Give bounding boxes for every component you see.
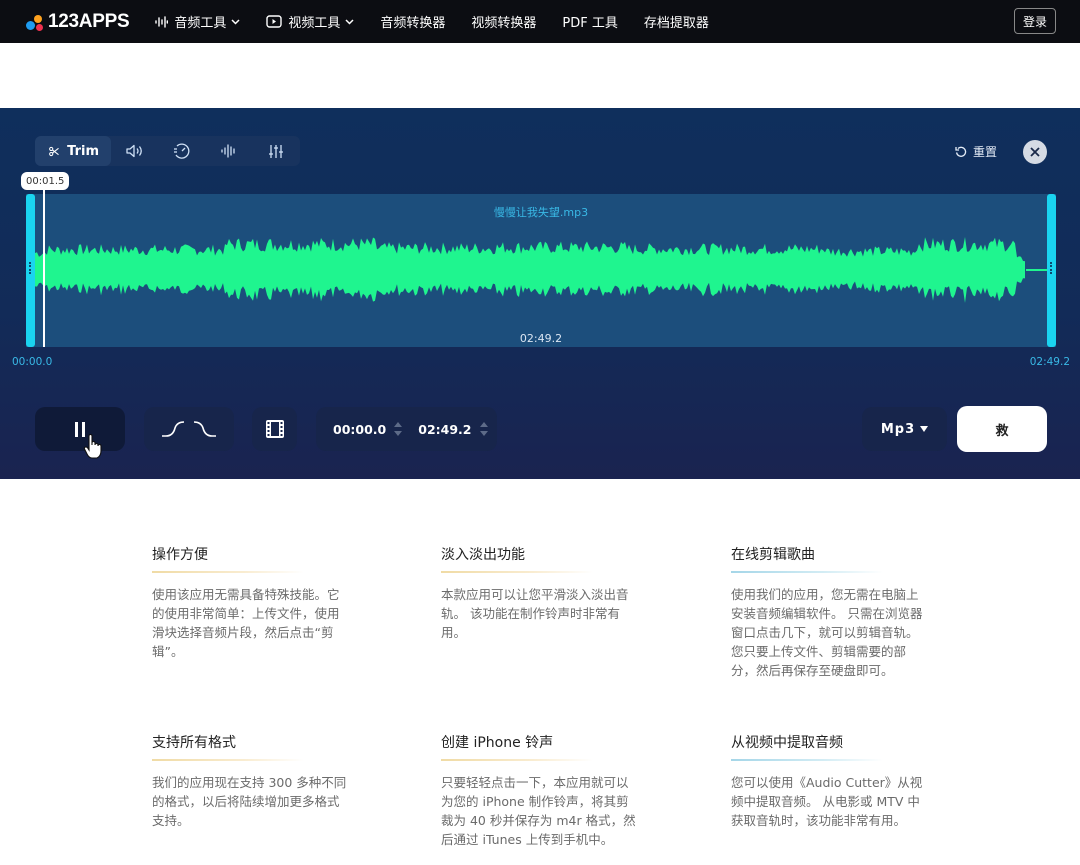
nav-video-tools-label: 视频工具 bbox=[288, 16, 341, 31]
selection-duration: 02:49.2 bbox=[519, 332, 563, 345]
playhead[interactable] bbox=[43, 190, 45, 347]
tab-mixer[interactable] bbox=[252, 136, 299, 166]
fade-in-icon bbox=[162, 421, 185, 437]
timeline-end-time: 02:49.2 bbox=[1029, 356, 1070, 368]
video-export-button[interactable] bbox=[252, 407, 297, 451]
fade-in-out-button[interactable] bbox=[144, 407, 234, 451]
undo-icon bbox=[955, 146, 967, 157]
close-icon bbox=[1030, 147, 1040, 157]
feature-all-formats: 支持所有格式 我们的应用现在支持 300 多种不同的格式，以后将陆续增加更多格式… bbox=[152, 734, 352, 830]
nav-pdf-tools[interactable]: PDF 工具 bbox=[562, 0, 617, 43]
caret-down-icon bbox=[920, 426, 929, 432]
tab-trim[interactable]: Trim bbox=[35, 136, 111, 166]
film-strip-icon bbox=[265, 420, 284, 438]
nav-audio-tools[interactable]: 音频工具 bbox=[155, 0, 240, 43]
time-range-inputs: 00:00.0 02:49.2 bbox=[316, 407, 497, 451]
logo[interactable]: 123APPS bbox=[24, 0, 130, 43]
feature-title: 操作方便 bbox=[152, 547, 208, 563]
mixer-sliders-icon bbox=[268, 144, 283, 158]
feature-divider bbox=[152, 759, 304, 761]
feature-text: 只要轻轻点击一下，本应用就可以为您的 iPhone 制作铃声，将其剪裁为 40 … bbox=[441, 775, 636, 847]
waveform-shape bbox=[35, 237, 1025, 303]
feature-title: 支持所有格式 bbox=[152, 735, 236, 751]
tab-equalizer-wave[interactable] bbox=[205, 136, 252, 166]
hand-cursor-icon bbox=[83, 434, 102, 459]
editor-toolbar: Trim bbox=[35, 136, 300, 166]
range-end-stepper[interactable] bbox=[479, 422, 488, 436]
tab-trim-label: Trim bbox=[67, 143, 99, 159]
feature-fade: 淡入淡出功能 本款应用可以让您平滑淡入淡出音轨。 该功能在制作铃声时非常有用。 bbox=[441, 546, 641, 642]
range-start-input[interactable]: 00:00.0 bbox=[333, 422, 386, 437]
audio-editor-panel: Trim 重置 慢慢让我失望.mp3 02:49.2 00:01.5 00:00… bbox=[0, 108, 1080, 479]
reset-label: 重置 bbox=[973, 145, 998, 159]
feature-text: 使用该应用无需具备特殊技能。它的使用非常简单：上传文件，使用滑块选择音频片段，然… bbox=[152, 587, 340, 659]
feature-divider bbox=[441, 571, 593, 573]
feature-text: 使用我们的应用，您无需在电脑上安装音频编辑软件。 只需在浏览器窗口点击几下，就可… bbox=[731, 587, 923, 678]
nav-audio-tools-label: 音频工具 bbox=[174, 16, 227, 31]
speed-icon bbox=[173, 143, 189, 159]
file-name: 慢慢让我失望.mp3 bbox=[493, 206, 589, 219]
trim-end-handle[interactable] bbox=[1047, 194, 1056, 347]
top-navbar: 123APPS 音频工具 视频工具 音频转换器 视频转换器 PDF 工具 存档提… bbox=[0, 0, 1080, 43]
pause-button[interactable] bbox=[35, 407, 125, 459]
save-button[interactable]: 救 bbox=[957, 406, 1047, 452]
feature-text: 您可以使用《Audio Cutter》从视频中提取音频。 从电影或 MTV 中获… bbox=[731, 775, 923, 828]
feature-iphone-ringtone: 创建 iPhone 铃声 只要轻轻点击一下，本应用就可以为您的 iPhone 制… bbox=[441, 734, 641, 849]
audio-wave-icon bbox=[155, 15, 169, 28]
format-select[interactable]: Mp3 bbox=[862, 407, 947, 451]
feature-divider bbox=[731, 759, 883, 761]
feature-divider bbox=[731, 571, 883, 573]
logo-text: 123APPS bbox=[48, 10, 130, 32]
feature-easy-to-use: 操作方便 使用该应用无需具备特殊技能。它的使用非常简单：上传文件，使用滑块选择音… bbox=[152, 546, 352, 661]
tab-speed[interactable] bbox=[158, 136, 205, 166]
feature-text: 我们的应用现在支持 300 多种不同的格式，以后将陆续增加更多格式支持。 bbox=[152, 775, 347, 828]
volume-icon bbox=[125, 144, 142, 158]
nav-video-converter[interactable]: 视频转换器 bbox=[471, 0, 536, 43]
feature-title: 从视频中提取音频 bbox=[731, 735, 843, 751]
close-button[interactable] bbox=[1023, 140, 1047, 164]
audio-wave-icon bbox=[220, 144, 235, 158]
scissors-icon bbox=[49, 146, 59, 156]
fade-out-icon bbox=[193, 421, 216, 437]
trim-start-handle[interactable] bbox=[26, 194, 35, 347]
feature-divider bbox=[441, 759, 593, 761]
nav-video-tools[interactable]: 视频工具 bbox=[266, 0, 354, 43]
logo-mark-icon bbox=[24, 12, 44, 32]
playhead-time: 00:01.5 bbox=[21, 172, 70, 190]
reset-button[interactable]: 重置 bbox=[955, 143, 997, 160]
nav-audio-converter[interactable]: 音频转换器 bbox=[380, 0, 445, 43]
feature-title: 淡入淡出功能 bbox=[441, 547, 525, 563]
video-play-icon bbox=[266, 15, 283, 28]
waveform-area[interactable]: 慢慢让我失望.mp3 02:49.2 bbox=[26, 194, 1056, 347]
tab-volume[interactable] bbox=[111, 136, 158, 166]
nav-archive-extractor[interactable]: 存档提取器 bbox=[644, 0, 709, 43]
feature-extract-audio: 从视频中提取音频 您可以使用《Audio Cutter》从视频中提取音频。 从电… bbox=[731, 734, 931, 830]
login-button[interactable]: 登录 bbox=[1013, 8, 1056, 34]
feature-title: 创建 iPhone 铃声 bbox=[441, 735, 554, 751]
feature-title: 在线剪辑歌曲 bbox=[731, 547, 815, 563]
format-label: Mp3 bbox=[880, 421, 916, 437]
timeline-start-time: 00:00.0 bbox=[12, 356, 53, 368]
range-end-input[interactable]: 02:49.2 bbox=[418, 422, 471, 437]
chevron-down-icon bbox=[345, 18, 354, 25]
range-start-stepper[interactable] bbox=[394, 422, 403, 436]
chevron-down-icon bbox=[231, 18, 240, 25]
feature-text: 本款应用可以让您平滑淡入淡出音轨。 该功能在制作铃声时非常有用。 bbox=[441, 587, 629, 640]
feature-online-cut: 在线剪辑歌曲 使用我们的应用，您无需在电脑上安装音频编辑软件。 只需在浏览器窗口… bbox=[731, 546, 931, 680]
feature-divider bbox=[152, 571, 304, 573]
